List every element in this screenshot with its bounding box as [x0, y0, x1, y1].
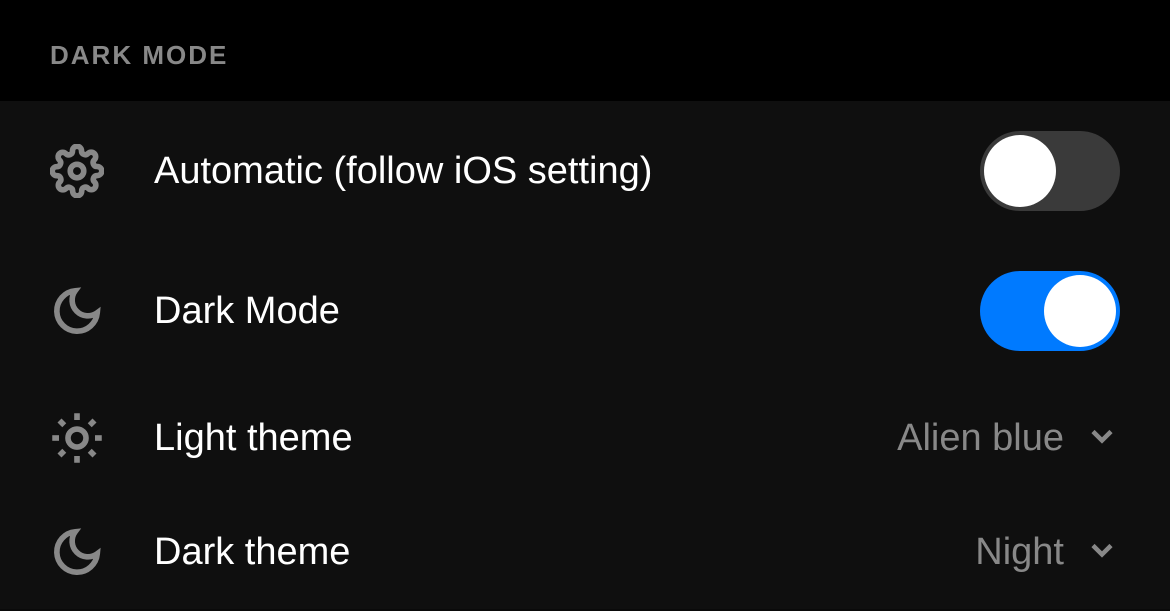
setting-row-dark-mode: Dark Mode	[0, 241, 1170, 381]
sun-icon	[50, 411, 104, 465]
chevron-down-icon	[1084, 532, 1120, 573]
settings-list: Automatic (follow iOS setting) Dark Mode	[0, 101, 1170, 609]
dark-theme-select[interactable]: Night	[975, 531, 1120, 574]
dark-mode-label: Dark Mode	[154, 290, 930, 333]
dark-theme-label: Dark theme	[154, 531, 925, 574]
setting-row-automatic: Automatic (follow iOS setting)	[0, 101, 1170, 241]
chevron-down-icon	[1084, 418, 1120, 459]
light-theme-value: Alien blue	[897, 417, 1064, 460]
moon-icon	[50, 525, 104, 579]
setting-row-dark-theme[interactable]: Dark theme Night	[0, 495, 1170, 609]
light-theme-label: Light theme	[154, 417, 847, 460]
dark-mode-toggle[interactable]	[980, 271, 1120, 351]
moon-icon	[50, 284, 104, 338]
gear-icon	[50, 144, 104, 198]
automatic-toggle[interactable]	[980, 131, 1120, 211]
section-header: DARK MODE	[0, 0, 1170, 101]
section-title: DARK MODE	[50, 40, 1120, 71]
setting-row-light-theme[interactable]: Light theme Alien blue	[0, 381, 1170, 495]
dark-theme-value: Night	[975, 531, 1064, 574]
light-theme-select[interactable]: Alien blue	[897, 417, 1120, 460]
automatic-label: Automatic (follow iOS setting)	[154, 150, 930, 193]
toggle-knob	[1044, 275, 1116, 347]
toggle-knob	[984, 135, 1056, 207]
